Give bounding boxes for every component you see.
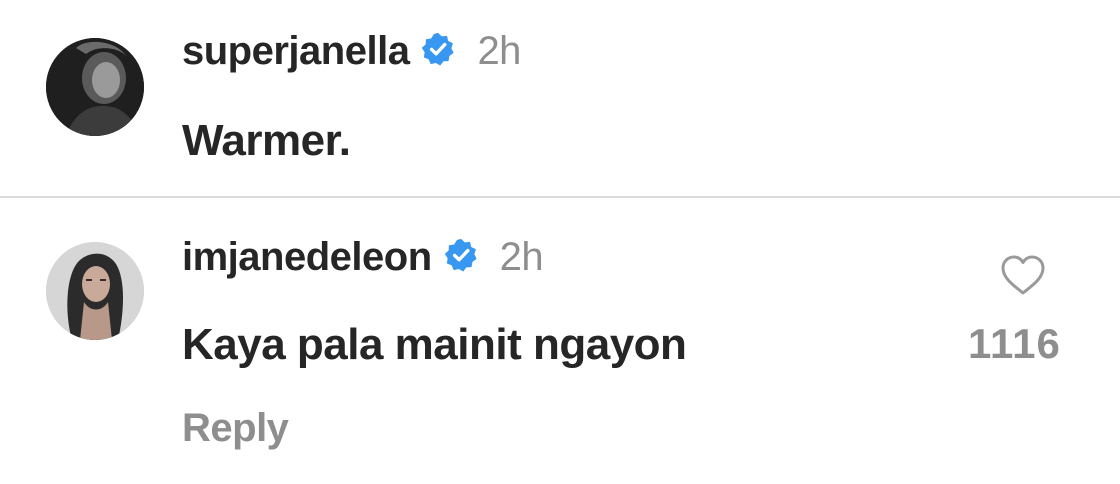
username[interactable]: superjanella (182, 29, 410, 74)
comment-item: imjanedeleon 2h Kaya pala mainit ngayon … (0, 198, 1120, 484)
avatar[interactable] (46, 38, 144, 136)
timestamp[interactable]: 2h (500, 235, 544, 280)
reply-button[interactable]: Reply (182, 406, 289, 451)
comment-header: imjanedeleon 2h (182, 232, 544, 282)
like-count[interactable]: 1116 (968, 320, 1061, 368)
comment-text: Kaya pala mainit ngayon (182, 320, 687, 369)
username[interactable]: imjanedeleon (182, 235, 432, 280)
avatar[interactable] (46, 242, 144, 340)
comment-header: superjanella 2h (182, 26, 521, 76)
timestamp[interactable]: 2h (477, 29, 521, 74)
comment-text: Warmer. (182, 116, 351, 165)
verified-badge-icon (432, 238, 500, 277)
verified-badge-icon (409, 32, 477, 71)
comment-item: superjanella 2h Warmer. (0, 0, 1120, 196)
